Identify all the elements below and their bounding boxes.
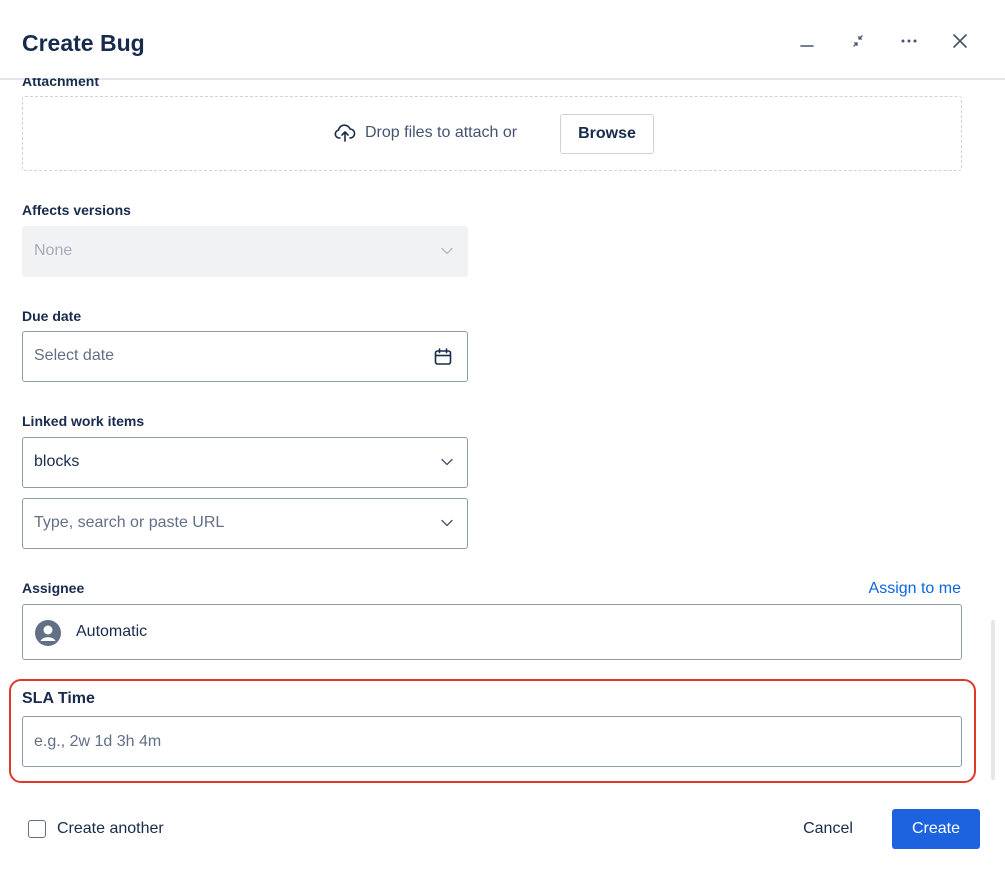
- affects-versions-value: None: [34, 242, 73, 259]
- dialog-header: Create Bug: [0, 0, 1005, 80]
- browse-button[interactable]: Browse: [560, 114, 654, 154]
- dialog-title: Create Bug: [22, 30, 145, 56]
- collapse-icon: [853, 35, 863, 47]
- cancel-button[interactable]: Cancel: [784, 809, 872, 849]
- linked-item-search-placeholder: Type, search or paste URL: [34, 514, 225, 531]
- assignee-select[interactable]: Automatic: [22, 604, 962, 660]
- due-date-label: Due date: [22, 308, 82, 324]
- assign-to-me-link[interactable]: Assign to me: [869, 580, 961, 598]
- cloud-upload-icon: [334, 124, 356, 142]
- chevron-down-icon: [441, 519, 453, 527]
- affects-versions-select[interactable]: None: [22, 226, 468, 277]
- calendar-icon[interactable]: [433, 347, 453, 367]
- dropzone-text: Drop files to attach or: [365, 124, 518, 141]
- chevron-down-icon: [441, 247, 453, 255]
- minimize-button[interactable]: [792, 26, 822, 56]
- collapse-button[interactable]: [843, 26, 873, 56]
- due-date-placeholder: Select date: [34, 347, 115, 364]
- close-button[interactable]: [945, 26, 975, 56]
- assignee-value: Automatic: [76, 623, 148, 640]
- assignee-label: Assignee: [22, 580, 85, 596]
- chevron-down-icon: [441, 458, 453, 466]
- link-relation-value: blocks: [34, 453, 80, 470]
- create-another-label[interactable]: Create another: [57, 820, 164, 838]
- affects-versions-label: Affects versions: [22, 202, 131, 218]
- attachment-label: Attachment: [22, 78, 100, 88]
- sla-time-input[interactable]: [22, 716, 962, 767]
- more-icon: [901, 39, 917, 43]
- due-date-field[interactable]: Select date: [22, 331, 468, 382]
- more-button[interactable]: [894, 26, 924, 56]
- linked-work-items-label: Linked work items: [22, 413, 145, 429]
- sla-time-label: SLA Time: [22, 690, 95, 707]
- minimize-icon: [800, 45, 814, 47]
- attachment-dropzone[interactable]: Drop files to attach or Browse: [22, 96, 962, 171]
- linked-item-search[interactable]: Type, search or paste URL: [22, 498, 468, 549]
- close-icon: [953, 34, 967, 48]
- create-another-checkbox[interactable]: [28, 820, 46, 838]
- scrollbar[interactable]: [991, 620, 995, 780]
- create-button[interactable]: Create: [892, 809, 980, 849]
- link-relation-select[interactable]: blocks: [22, 437, 468, 488]
- avatar-icon: [35, 620, 61, 646]
